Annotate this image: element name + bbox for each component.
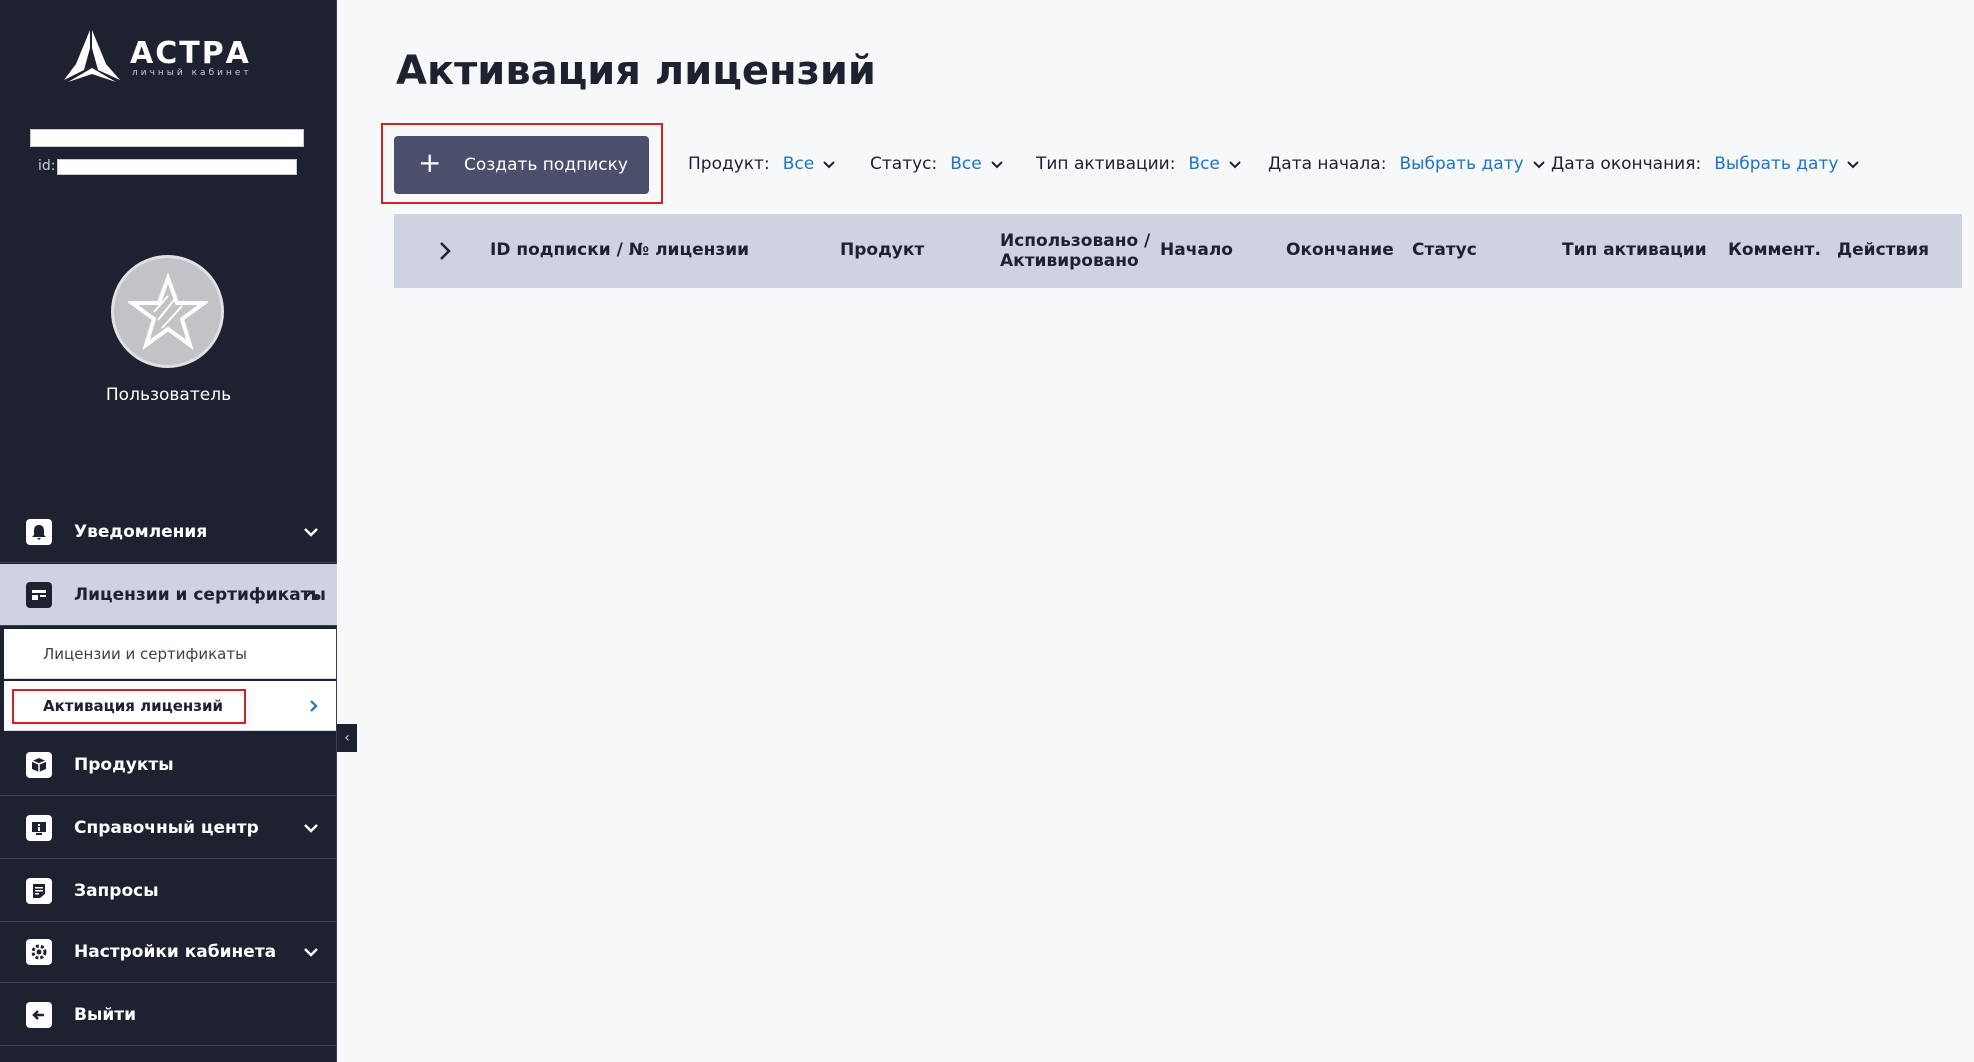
- document-icon: [26, 877, 52, 904]
- filter-status[interactable]: Статус: Все: [870, 154, 1004, 174]
- chevron-right-icon: [310, 699, 318, 712]
- column-header-end[interactable]: Окончание: [1286, 240, 1394, 260]
- sidebar-subitem-licenses-certs[interactable]: Лицензии и сертификаты: [4, 629, 336, 679]
- sidebar-collapse-handle[interactable]: ‹: [337, 724, 357, 752]
- nav-item-settings[interactable]: Настройки кабинета: [0, 921, 337, 983]
- masked-id-field: [57, 159, 297, 175]
- filter-end-date-value[interactable]: Выбрать дату: [1714, 154, 1838, 174]
- highlight-box-activation: [12, 689, 246, 724]
- filter-activation-type-value[interactable]: Все: [1188, 154, 1219, 174]
- bell-icon: [26, 518, 52, 545]
- nav-label-logout: Выйти: [74, 1004, 137, 1025]
- column-header-comment[interactable]: Коммент.: [1728, 240, 1821, 260]
- filter-product-value[interactable]: Все: [783, 154, 814, 174]
- plus-icon: +: [418, 146, 442, 179]
- logo-subtitle: личный кабинет: [132, 68, 252, 78]
- column-header-used-line1: Использовано /: [1000, 231, 1151, 251]
- chevron-down-icon[interactable]: [301, 942, 321, 962]
- star-icon: [127, 271, 208, 350]
- column-header-product[interactable]: Продукт: [840, 240, 924, 260]
- astra-logo[interactable]: АСТРА личный кабинет: [62, 28, 262, 84]
- filter-start-date[interactable]: Дата начала: Выбрать дату: [1268, 154, 1546, 174]
- subitem-label-licenses-certs: Лицензии и сертификаты: [43, 644, 247, 663]
- filter-product-label: Продукт:: [688, 154, 770, 174]
- sidebar: АСТРА личный кабинет id: Пользователь Ув…: [0, 0, 337, 1062]
- avatar[interactable]: [111, 255, 224, 368]
- filter-end-date-label: Дата окончания:: [1551, 154, 1702, 174]
- license-card-icon: [26, 581, 52, 608]
- column-header-status[interactable]: Статус: [1412, 240, 1477, 260]
- nav-item-requests[interactable]: Запросы: [0, 860, 337, 922]
- chevron-down-icon: [990, 161, 1003, 169]
- chevron-up-icon[interactable]: [301, 585, 321, 605]
- nav-label-settings: Настройки кабинета: [74, 941, 277, 962]
- filter-end-date[interactable]: Дата окончания: Выбрать дату: [1551, 154, 1860, 174]
- chevron-down-icon: [1532, 161, 1545, 169]
- nav-item-logout[interactable]: Выйти: [0, 984, 337, 1046]
- filter-start-date-label: Дата начала:: [1268, 154, 1387, 174]
- chevron-right-expand-icon[interactable]: [436, 240, 454, 262]
- filter-activation-type-label: Тип активации:: [1036, 154, 1176, 174]
- chevron-down-icon[interactable]: [301, 818, 321, 838]
- create-subscription-label: Создать подписку: [464, 155, 628, 175]
- box-icon: [26, 751, 52, 778]
- filter-activation-type[interactable]: Тип активации: Все: [1036, 154, 1242, 174]
- nav-label-licenses: Лицензии и сертификаты: [74, 584, 326, 605]
- column-header-used-line2: Активировано: [1000, 251, 1139, 271]
- chevron-down-icon: [823, 161, 835, 169]
- astra-logo-icon: [64, 30, 120, 82]
- masked-user-field: [30, 129, 304, 147]
- filter-start-date-value[interactable]: Выбрать дату: [1399, 154, 1523, 174]
- chevron-down-icon[interactable]: [301, 522, 321, 542]
- filter-product[interactable]: Продукт: Все: [688, 154, 836, 174]
- column-header-used[interactable]: Использовано / Активировано: [1000, 231, 1150, 271]
- nav-label-notifications: Уведомления: [74, 521, 208, 542]
- page-title: Активация лицензий: [396, 48, 876, 94]
- chevron-down-icon: [1847, 161, 1860, 169]
- table-header: ID подписки / № лицензии Продукт Использ…: [394, 214, 1962, 288]
- user-name: Пользователь: [105, 385, 232, 405]
- nav-label-products: Продукты: [74, 754, 174, 775]
- id-label: id:: [38, 158, 56, 174]
- logo-text: АСТРА: [130, 36, 251, 71]
- create-subscription-button[interactable]: + Создать подписку: [394, 136, 649, 194]
- column-header-activation-type[interactable]: Тип активации: [1562, 240, 1707, 260]
- nav-item-products[interactable]: Продукты: [0, 734, 337, 796]
- nav-item-licenses[interactable]: Лицензии и сертификаты: [0, 564, 337, 626]
- info-monitor-icon: [26, 814, 52, 841]
- nav-item-notifications[interactable]: Уведомления: [0, 501, 337, 563]
- column-header-start[interactable]: Начало: [1160, 240, 1233, 260]
- nav-label-requests: Запросы: [74, 880, 159, 901]
- filter-status-value[interactable]: Все: [950, 154, 981, 174]
- nav-item-help-center[interactable]: Справочный центр: [0, 797, 337, 859]
- filter-status-label: Статус:: [870, 154, 938, 174]
- logout-arrow-icon: [26, 1001, 52, 1028]
- gear-icon: [26, 938, 52, 965]
- column-header-id[interactable]: ID подписки / № лицензии: [490, 240, 749, 260]
- chevron-down-icon: [1229, 161, 1241, 169]
- column-header-actions[interactable]: Действия: [1837, 240, 1929, 260]
- nav-label-help-center: Справочный центр: [74, 817, 259, 838]
